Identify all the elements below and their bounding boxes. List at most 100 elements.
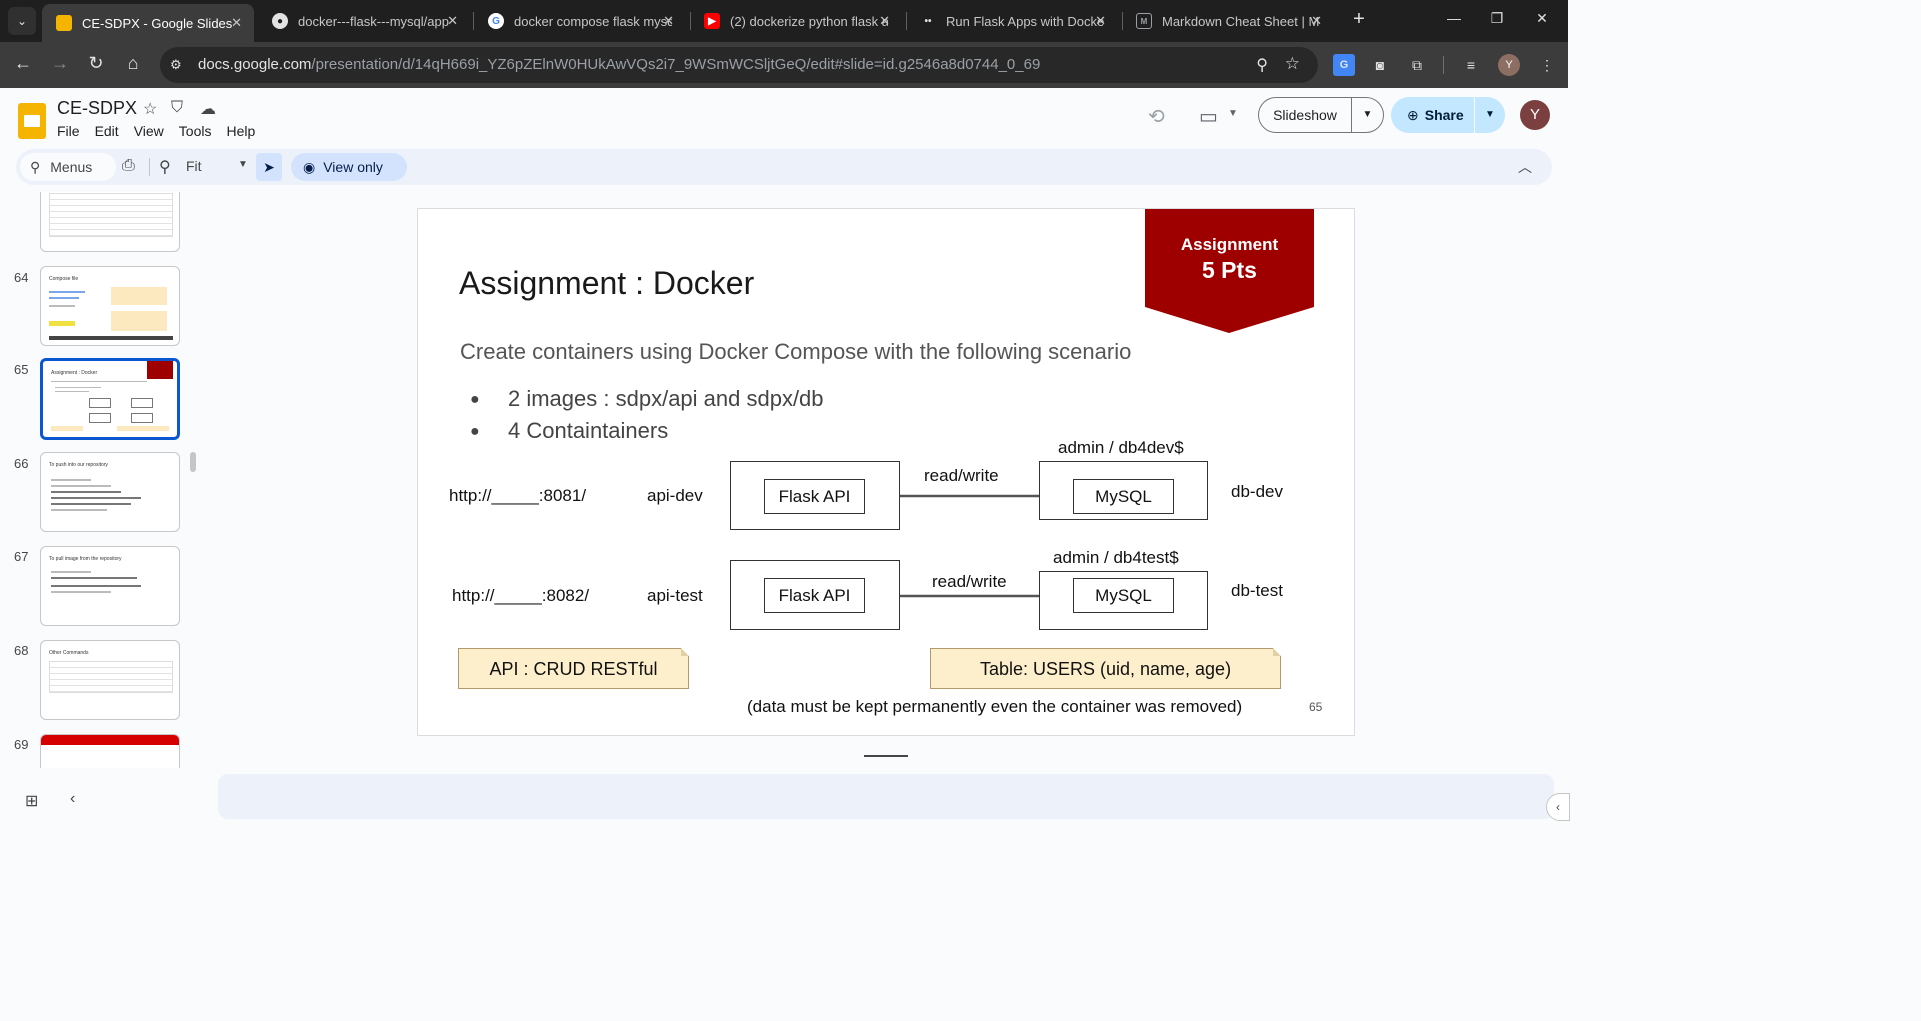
bookmark-star-icon[interactable]: ☆ [1285, 54, 1300, 74]
close-tab-icon[interactable]: ✕ [231, 15, 242, 31]
browser-tab[interactable]: ▶ (2) dockerize python flask a ✕ [690, 5, 902, 37]
thumbnail-title: To push into our repository [49, 462, 108, 468]
browser-tab[interactable]: CE-SDPX - Google Slides ✕ [42, 4, 254, 42]
google-slides-logo[interactable] [18, 103, 46, 139]
collapse-filmstrip-icon[interactable]: ‹ [70, 790, 75, 808]
bullet-item: ● 4 Containtainers [470, 418, 669, 443]
tab-search-button[interactable]: ⌄ [8, 7, 36, 35]
slide-thumbnail-selected[interactable]: Assignment : Docker [40, 358, 180, 440]
slide-thumbnail[interactable]: To pull image from the repository [40, 546, 180, 626]
menu-edit[interactable]: Edit [95, 123, 119, 139]
tab-title: docker---flask---mysql/app [298, 13, 449, 29]
db-container-name-test: db-test [1231, 581, 1283, 600]
api-url-test: http://_____:8082/ [452, 586, 590, 605]
browser-menu-icon[interactable]: ⋮ [1536, 54, 1558, 76]
banner-points: 5 Pts [1202, 257, 1257, 283]
minimize-icon[interactable]: — [1444, 10, 1464, 26]
collapse-menus-icon[interactable]: ︿ [1518, 157, 1532, 177]
tab-title: (2) dockerize python flask a [730, 13, 888, 29]
zoom-dropdown-icon[interactable]: ▼ [238, 159, 248, 170]
globe-icon: ⊕ [1407, 107, 1419, 123]
close-window-icon[interactable]: ✕ [1532, 10, 1552, 27]
browser-tab[interactable]: G docker compose flask mysql ✕ [474, 5, 686, 37]
banner-label: Assignment [1180, 235, 1279, 254]
close-tab-icon[interactable]: ✕ [1311, 13, 1322, 29]
browser-tab[interactable]: M Markdown Cheat Sheet | M ✕ [1122, 5, 1334, 37]
api-url-dev: http://_____:8081/ [449, 486, 587, 505]
browser-tab[interactable]: ● docker---flask---mysql/app ✕ [258, 5, 470, 37]
select-cursor-icon[interactable]: ➤ [256, 153, 282, 181]
slide-thumbnail[interactable] [40, 734, 180, 768]
google-slides-icon [56, 15, 72, 31]
share-dropdown-icon[interactable]: ▼ [1475, 97, 1505, 133]
view-only-button[interactable]: ◉ View only [291, 153, 407, 181]
account-avatar[interactable]: Y [1520, 100, 1550, 130]
toolbar-separator [1443, 56, 1444, 74]
url-path: /presentation/d/14qH669i_YZ6pZElnW0HUkAw… [311, 56, 1041, 73]
menu-tools[interactable]: Tools [179, 123, 212, 139]
slide-thumbnail[interactable]: To push into our repository [40, 452, 180, 532]
close-tab-icon[interactable]: ✕ [663, 13, 674, 29]
forward-icon[interactable]: → [48, 53, 72, 74]
menus-search[interactable]: ⚲ Menus [20, 153, 116, 181]
back-icon[interactable]: ← [11, 53, 35, 74]
tab-title: Markdown Cheat Sheet | M [1162, 13, 1320, 29]
address-bar[interactable]: ⚙ docs.google.com/presentation/d/14qH669… [160, 47, 1318, 83]
media-control-icon[interactable]: ≡ [1460, 54, 1482, 76]
menu-bar: File Edit View Tools Help [57, 123, 270, 139]
search-icon: ⚲ [30, 158, 41, 175]
zoom-icon[interactable]: ⚲ [1256, 55, 1268, 75]
star-icon[interactable]: ☆ [143, 99, 157, 119]
slideshow-dropdown-icon[interactable]: ▼ [1352, 98, 1383, 132]
slide-title: Assignment : Docker [459, 265, 755, 301]
screenshot-extension-icon[interactable]: ◙ [1369, 54, 1391, 76]
document-title[interactable]: CE-SDPX [57, 98, 137, 119]
browser-tab[interactable]: •• Run Flask Apps with Docker ✕ [906, 5, 1118, 37]
speaker-notes-area[interactable] [218, 774, 1554, 819]
zoom-icon[interactable]: ⚲ [159, 157, 171, 177]
medium-icon: •• [924, 15, 932, 27]
github-icon: ● [272, 13, 288, 29]
share-button[interactable]: ⊕ Share ▼ [1391, 97, 1505, 133]
meet-dropdown-icon[interactable]: ▼ [1228, 108, 1238, 119]
slide-scroll-indicator [864, 755, 908, 757]
arrow-label-dev: read/write [924, 466, 999, 485]
filmstrip-scrollbar[interactable] [190, 452, 196, 472]
slide-number: 69 [14, 737, 29, 752]
new-tab-button[interactable]: + [1346, 8, 1372, 31]
profile-avatar[interactable]: Y [1498, 54, 1520, 76]
markdown-icon: M [1136, 13, 1152, 29]
menus-label: Menus [50, 159, 93, 175]
menu-view[interactable]: View [134, 123, 164, 139]
share-label[interactable]: ⊕ Share [1391, 97, 1475, 133]
menu-file[interactable]: File [57, 123, 80, 139]
reload-icon[interactable]: ↻ [84, 53, 108, 74]
side-panel-toggle-icon[interactable]: ‹ [1546, 793, 1570, 821]
close-tab-icon[interactable]: ✕ [879, 13, 890, 29]
slide-number: 66 [14, 456, 29, 471]
slideshow-button[interactable]: Slideshow ▼ [1258, 97, 1384, 133]
cloud-status-icon[interactable]: ☁ [200, 99, 216, 119]
slideshow-label[interactable]: Slideshow [1259, 98, 1352, 132]
editor-toolbar: ⚲ Menus ⎙ ⚲ Fit ▼ ➤ ◉ View only ︿ [16, 149, 1552, 185]
grid-view-icon[interactable]: ⊞ [25, 791, 38, 811]
extensions-puzzle-icon[interactable]: ⧉ [1406, 54, 1428, 76]
menu-help[interactable]: Help [226, 123, 255, 139]
slide-number: 65 [14, 362, 29, 377]
print-icon[interactable]: ⎙ [122, 157, 135, 175]
restore-icon[interactable]: ❐ [1487, 10, 1507, 27]
translate-extension-icon[interactable]: G [1333, 54, 1355, 76]
version-history-icon[interactable]: ⟲ [1148, 104, 1165, 129]
note-api-crud: API : CRUD RESTful [458, 648, 689, 689]
zoom-select[interactable]: Fit [186, 158, 202, 174]
home-icon[interactable]: ⌂ [121, 53, 145, 74]
meet-camera-icon[interactable]: ▭ [1199, 104, 1218, 129]
slide-thumbnail[interactable]: Other Commands [40, 640, 180, 720]
close-tab-icon[interactable]: ✕ [447, 13, 458, 29]
slide-canvas: Assignment 5 Pts Assignment : Docker Cre… [417, 208, 1355, 736]
move-to-drive-icon[interactable]: ⛉ [171, 99, 183, 117]
slide-thumbnail[interactable] [40, 192, 180, 252]
site-info-icon[interactable]: ⚙ [170, 57, 182, 73]
close-tab-icon[interactable]: ✕ [1095, 13, 1106, 29]
slide-thumbnail[interactable]: Compose file [40, 266, 180, 346]
